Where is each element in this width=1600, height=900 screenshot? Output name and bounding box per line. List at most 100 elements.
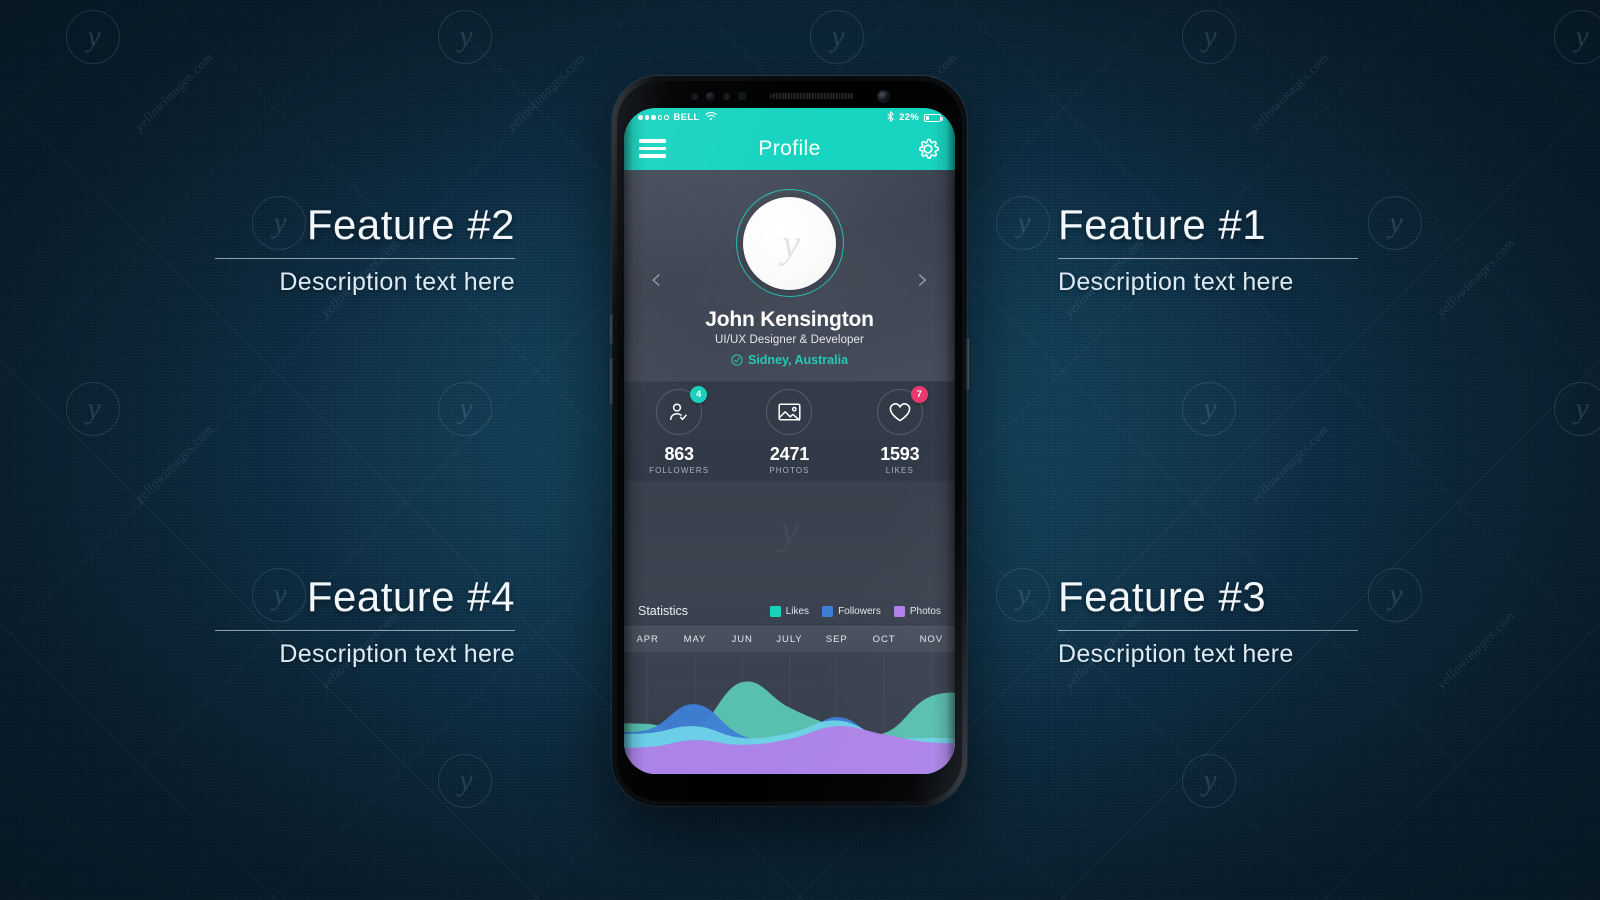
watermark-badge: y	[996, 568, 1050, 622]
photos-label: PHOTOS	[769, 465, 810, 475]
avatar-ring: y	[735, 189, 844, 297]
feature-callout-2: Feature #2 Description text here	[215, 201, 515, 297]
phone-bottom-bezel	[612, 780, 967, 798]
month-tick: MAY	[683, 634, 707, 645]
phone-top-bezel-hardware	[612, 86, 967, 106]
chart-legend: Likes Followers Photos	[769, 605, 941, 617]
battery-icon	[924, 113, 943, 122]
statistics-area-chart[interactable]	[624, 652, 955, 774]
legend-label-likes: Likes	[785, 605, 810, 617]
feature-1-title: Feature #1	[1058, 201, 1267, 248]
phone-mockup: BELL 22% Profile ‹ › y John Kensington U…	[610, 76, 969, 806]
profile-role: UI/UX Designer & Developer	[715, 334, 864, 346]
watermark-badge: y	[438, 10, 492, 64]
light-sensor-icon	[722, 92, 730, 100]
legend-item-likes[interactable]: Likes	[769, 605, 810, 617]
legend-item-photos[interactable]: Photos	[893, 605, 941, 617]
chevron-right-icon[interactable]: ›	[917, 265, 929, 295]
feature-3-divider	[1058, 630, 1358, 632]
status-bar: BELL 22%	[624, 108, 955, 127]
photos-image-icon	[778, 402, 801, 421]
watermark-badge: y	[810, 10, 864, 64]
feature-4-divider	[215, 630, 515, 632]
feature-4-description: Description text here	[279, 640, 515, 669]
feature-callout-1: Feature #1 Description text here	[1058, 201, 1358, 297]
phone-power-button[interactable]	[966, 338, 969, 390]
profile-name: John Kensington	[705, 308, 874, 331]
followers-label: FOLLOWERS	[649, 465, 710, 475]
month-tick: NOV	[919, 634, 943, 645]
battery-percent-label: 22%	[899, 112, 919, 123]
feature-callout-4: Feature #4 Description text here	[215, 574, 515, 669]
watermark-badge: y	[1368, 196, 1422, 250]
signal-strength-icon	[638, 115, 669, 120]
gear-icon[interactable]	[916, 137, 940, 161]
earpiece-speaker-icon	[769, 93, 854, 99]
likes-heart-icon	[889, 402, 911, 421]
profile-hero-section: ‹ › y John Kensington UI/UX Designer & D…	[624, 170, 955, 381]
legend-label-photos: Photos	[909, 605, 941, 617]
watermark-badge: y	[438, 754, 492, 808]
avatar-placeholder-icon: y	[782, 220, 800, 266]
feature-3-title: Feature #3	[1058, 573, 1267, 620]
feature-callout-3: Feature #3 Description text here	[1058, 573, 1358, 669]
photos-value: 2471	[769, 443, 810, 464]
profile-app: BELL 22% Profile ‹ › y John Kensington U…	[624, 108, 955, 774]
month-tick: JULY	[776, 634, 803, 645]
likes-badge: 7	[910, 385, 928, 403]
proximity-sensor-icon	[690, 92, 698, 100]
feature-2-title: Feature #2	[306, 201, 515, 248]
stat-likes[interactable]: 7 1593 LIKES	[845, 385, 955, 475]
content-spacer: y	[624, 481, 955, 596]
status-bar-right: 22%	[887, 110, 943, 125]
watermark-badge: y	[66, 10, 120, 64]
phone-volume-down-button[interactable]	[610, 358, 613, 404]
carrier-label: BELL	[673, 112, 700, 123]
likes-icon-wrap: 7	[876, 385, 928, 435]
hamburger-menu-icon[interactable]	[639, 139, 666, 158]
page-title: Profile	[758, 136, 821, 160]
feature-1-divider	[1058, 258, 1358, 260]
legend-swatch-likes	[769, 605, 781, 617]
phone-screen: BELL 22% Profile ‹ › y John Kensington U…	[624, 108, 955, 774]
month-tick: OCT	[872, 634, 896, 645]
app-bar: Profile	[624, 127, 955, 170]
phone-volume-up-button[interactable]	[610, 314, 613, 344]
feature-2-divider	[215, 258, 515, 260]
chart-x-axis-months: APR MAY JUN JULY SEP OCT NOV	[624, 626, 955, 652]
legend-item-followers[interactable]: Followers	[822, 605, 881, 617]
bluetooth-icon	[887, 110, 894, 125]
watermark-badge: y	[66, 382, 120, 436]
chart-canvas	[624, 652, 955, 774]
month-tick: SEP	[825, 634, 848, 645]
iris-sensor-icon	[705, 91, 715, 101]
likes-label: LIKES	[885, 465, 914, 475]
feature-3-description: Description text here	[1058, 640, 1294, 669]
followers-value: 863	[664, 443, 694, 464]
statistics-title: Statistics	[638, 604, 689, 618]
profile-location: Sidney, Australia	[731, 353, 848, 367]
legend-label-followers: Followers	[838, 605, 881, 617]
watermark-badge: y	[1182, 382, 1236, 436]
wifi-icon	[704, 111, 717, 124]
month-tick: APR	[636, 634, 659, 645]
feature-2-description: Description text here	[279, 268, 515, 297]
screen-watermark: y	[780, 504, 800, 555]
legend-swatch-photos	[893, 605, 905, 617]
watermark-badge: y	[996, 196, 1050, 250]
watermark-badge: y	[1182, 754, 1236, 808]
stat-photos[interactable]: 2471 PHOTOS	[734, 388, 844, 475]
watermark-badge: y	[438, 382, 492, 436]
avatar[interactable]: y	[743, 196, 836, 290]
statistics-header: Statistics Likes Followers Photos	[624, 596, 955, 626]
led-indicator-icon	[737, 92, 746, 100]
profile-location-label: Sidney, Australia	[747, 353, 849, 367]
chevron-left-icon[interactable]: ‹	[650, 265, 662, 295]
month-tick: JUN	[731, 634, 753, 645]
legend-swatch-followers	[822, 605, 834, 617]
followers-badge: 4	[690, 385, 708, 403]
status-bar-left: BELL	[638, 111, 717, 124]
followers-user-check-icon	[670, 402, 688, 420]
feature-1-description: Description text here	[1058, 268, 1294, 297]
stat-followers[interactable]: 4 863 FOLLOWERS	[624, 385, 734, 475]
